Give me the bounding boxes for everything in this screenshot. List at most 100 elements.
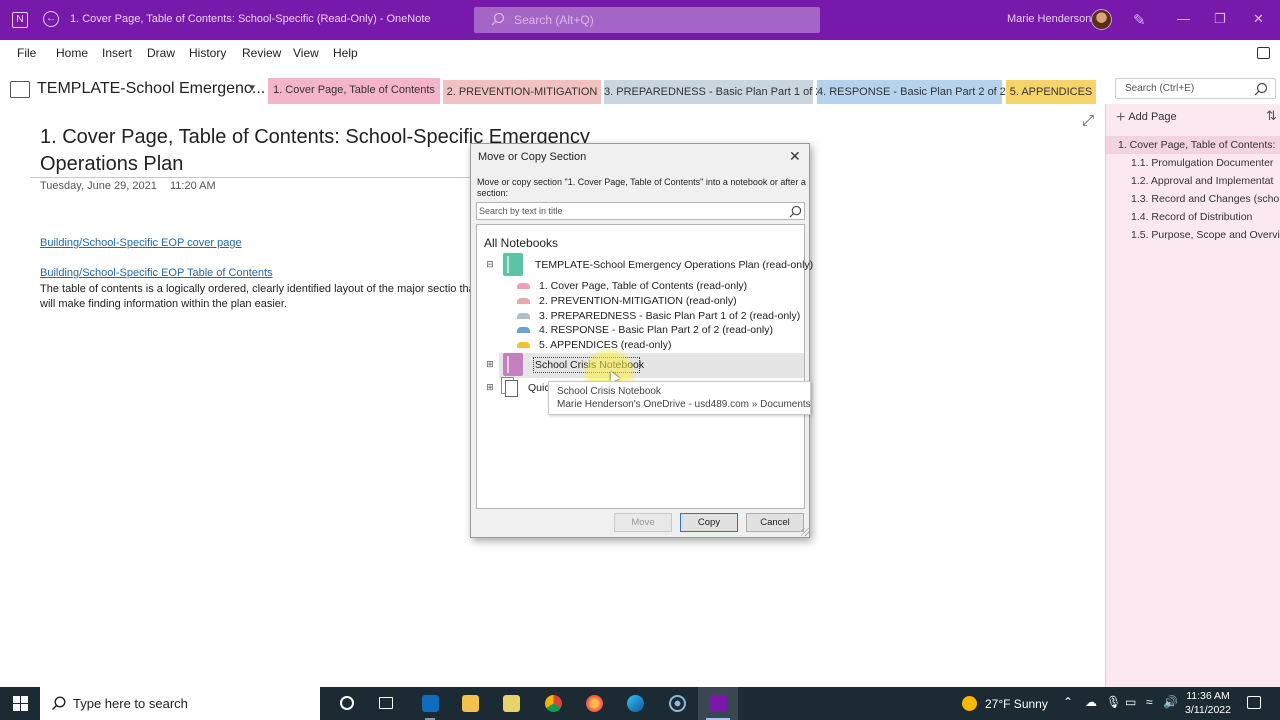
cortana-icon[interactable]: [327, 687, 367, 720]
notebook-name[interactable]: TEMPLATE-School Emergenc...: [37, 80, 265, 98]
weather-text: 27°F Sunny: [985, 697, 1048, 711]
avatar[interactable]: [1091, 9, 1112, 30]
notification-icon[interactable]: [1247, 696, 1261, 709]
window-title: 1. Cover Page, Table of Contents: School…: [70, 13, 431, 25]
page-time: 11:20 AM: [170, 180, 216, 192]
chrome-icon[interactable]: [533, 687, 573, 720]
firefox-icon[interactable]: [574, 687, 614, 720]
minimize-icon[interactable]: —: [1177, 11, 1190, 26]
wifi-icon[interactable]: ≈: [1146, 695, 1153, 709]
sort-icon[interactable]: ⇅: [1266, 108, 1277, 124]
menu-bar: File Home Insert Draw History Review Vie…: [0, 40, 1280, 66]
menu-view[interactable]: View: [293, 46, 319, 60]
page-item-distribution[interactable]: 1.4. Record of Distribution: [1106, 208, 1280, 226]
page-list-panel: + Add Page ⇅ 1. Cover Page, Table of Cont…: [1105, 104, 1280, 687]
tree-section-prevention[interactable]: 2. PREVENTION-MITIGATION (read-only): [539, 295, 737, 307]
immersive-view-icon[interactable]: [1257, 47, 1270, 59]
menu-history[interactable]: History: [189, 46, 226, 60]
page-item-approval[interactable]: 1.2. Approval and Implementat: [1106, 172, 1280, 190]
menu-draw[interactable]: Draw: [147, 46, 175, 60]
copy-button[interactable]: Copy: [680, 513, 738, 532]
windows-start-icon[interactable]: [13, 696, 28, 711]
dialog-search-input[interactable]: Search by text in title: [476, 202, 805, 220]
taskbar-clock[interactable]: 11:36 AM 3/11/2022: [1177, 689, 1239, 717]
taskbar: Type here to search 27°F Sunny ⌃ ☁ 🎙 ▭ ≈…: [0, 687, 1280, 720]
expand-icon[interactable]: ⊞: [486, 383, 494, 392]
tab-cover-page[interactable]: 1. Cover Page, Table of Contents: [268, 78, 440, 104]
tab-response[interactable]: 4. RESPONSE - Basic Plan Part 2 of 2: [817, 80, 1006, 104]
expand-icon[interactable]: ⊞: [486, 360, 494, 369]
collapse-icon[interactable]: ⊟: [486, 260, 494, 269]
search-icon: [1254, 82, 1268, 96]
menu-file[interactable]: File: [17, 46, 36, 60]
clock-date: 3/11/2022: [1185, 704, 1231, 716]
page-item-record-changes[interactable]: 1.3. Record and Changes (scho: [1106, 190, 1280, 208]
close-icon[interactable]: ✕: [789, 148, 801, 165]
page-item-purpose[interactable]: 1.5. Purpose, Scope and Overvi: [1106, 226, 1280, 244]
back-icon[interactable]: ←: [43, 11, 59, 27]
tab-appendices[interactable]: 5. APPENDICES: [1006, 80, 1096, 104]
menu-insert[interactable]: Insert: [102, 46, 132, 60]
page-date: Tuesday, June 29, 2021: [40, 180, 157, 192]
onedrive-icon[interactable]: ☁: [1085, 695, 1097, 709]
page-search-input[interactable]: Search (Ctrl+E): [1115, 78, 1276, 99]
weather-widget[interactable]: 27°F Sunny: [962, 696, 1048, 711]
toc-link[interactable]: Building/School-Specific EOP Table of Co…: [40, 267, 273, 279]
tab-prevention-mitigation[interactable]: 2. PREVENTION-MITIGATION: [443, 80, 601, 104]
tooltip: School Crisis Notebook Marie Henderson's…: [548, 381, 811, 415]
section-tabs-row: TEMPLATE-School Emergenc... ▼ 1. Cover P…: [0, 66, 1280, 104]
menu-help[interactable]: Help: [333, 46, 358, 60]
section-icon: [517, 342, 530, 348]
resize-grip[interactable]: [801, 528, 809, 536]
pen-icon[interactable]: ✎: [1133, 11, 1146, 29]
tree-section-response[interactable]: 4. RESPONSE - Basic Plan Part 2 of 2 (re…: [539, 324, 773, 336]
taskbar-search-placeholder: Type here to search: [73, 696, 188, 711]
chevron-up-icon[interactable]: ⌃: [1063, 695, 1073, 709]
section-icon: [517, 298, 530, 304]
search-box[interactable]: Search (Alt+Q): [474, 7, 820, 33]
notebook-tree[interactable]: All Notebooks ⊟ TEMPLATE-School Emergenc…: [476, 224, 813, 509]
sun-icon: [962, 696, 977, 711]
task-view-icon[interactable]: [366, 687, 406, 720]
search-icon: [789, 205, 802, 218]
menu-review[interactable]: Review: [242, 46, 281, 60]
microphone-icon[interactable]: 🎙: [1106, 695, 1121, 709]
add-page-button[interactable]: + Add Page: [1116, 109, 1177, 127]
page-search-placeholder: Search (Ctrl+E): [1125, 83, 1195, 94]
dialog-title: Move or Copy Section: [478, 151, 587, 163]
tab-preparedness[interactable]: 3. PREPAREDNESS - Basic Plan Part 1 of 2: [604, 80, 821, 104]
tree-notebook-template[interactable]: TEMPLATE-School Emergency Operations Pla…: [535, 259, 813, 271]
file-explorer-icon[interactable]: [450, 687, 490, 720]
tree-section-cover[interactable]: 1. Cover Page, Table of Contents (read-o…: [539, 280, 747, 292]
taskbar-search-input[interactable]: Type here to search: [40, 687, 320, 720]
close-icon[interactable]: ✕: [1253, 11, 1264, 27]
page-body-text[interactable]: The table of contents is a logically ord…: [40, 282, 480, 312]
menu-home[interactable]: Home: [56, 46, 88, 60]
expand-icon[interactable]: ⤢: [1082, 112, 1094, 129]
cover-page-link[interactable]: Building/School-Specific EOP cover page: [40, 237, 242, 249]
battery-icon[interactable]: ▭: [1125, 695, 1136, 709]
restore-icon[interactable]: ❐: [1214, 11, 1226, 27]
onenote-taskbar-icon[interactable]: [698, 687, 738, 720]
tree-notebook-quick[interactable]: Quic: [528, 382, 550, 394]
search-icon: [491, 12, 505, 26]
section-icon: [517, 327, 530, 333]
plus-icon: +: [1116, 109, 1126, 126]
page-item-promulgation[interactable]: 1.1. Promulgation Documenter: [1106, 154, 1280, 172]
title-bar: N ← 1. Cover Page, Table of Contents: Sc…: [0, 0, 1280, 40]
outlook-icon[interactable]: [410, 687, 450, 720]
notebook-icon[interactable]: [10, 81, 30, 98]
notebook-icon: [503, 353, 523, 376]
volume-icon[interactable]: 🔊: [1163, 695, 1178, 709]
edge-icon[interactable]: [615, 687, 655, 720]
chevron-down-icon[interactable]: ▼: [247, 83, 257, 94]
section-icon: [517, 283, 530, 289]
tree-section-preparedness[interactable]: 3. PREPAREDNESS - Basic Plan Part 1 of 2…: [539, 310, 800, 322]
stack-app-icon[interactable]: [491, 687, 531, 720]
page-item-cover[interactable]: 1. Cover Page, Table of Contents:: [1106, 136, 1280, 154]
move-button[interactable]: Move: [614, 513, 672, 532]
recorder-icon[interactable]: [657, 687, 697, 720]
search-icon: [52, 696, 66, 710]
cancel-button[interactable]: Cancel: [746, 513, 804, 532]
user-name[interactable]: Marie Henderson: [1007, 13, 1091, 25]
